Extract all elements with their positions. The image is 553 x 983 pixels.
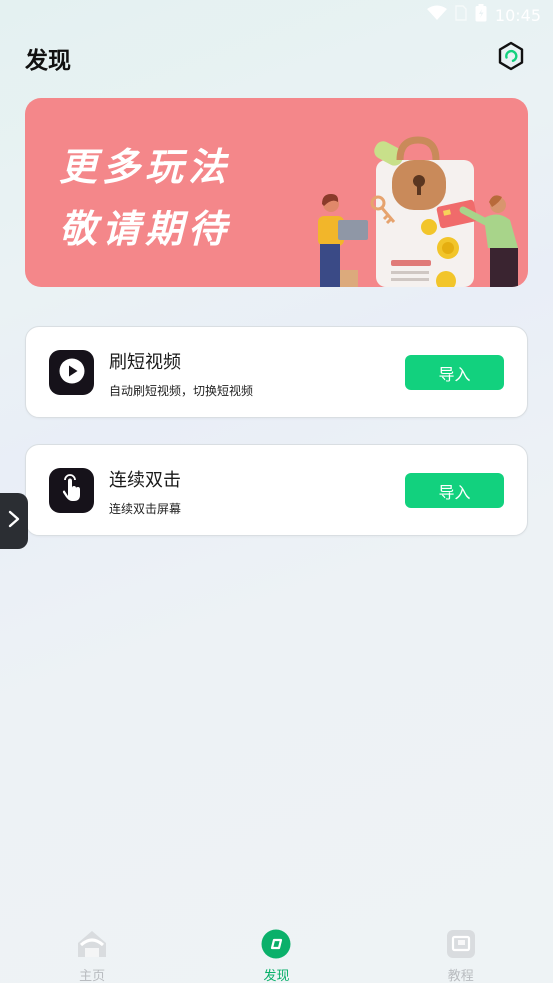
page-title: 发现 [25, 48, 71, 74]
banner-line-2: 敬请期待 [59, 207, 232, 251]
discover-icon [261, 929, 291, 963]
app-icon-double-tap [49, 468, 94, 513]
feature-card-double-tap: 连续双击 连续双击屏幕 导入 [25, 444, 528, 536]
banner-illustration [318, 136, 518, 287]
nav-item-home[interactable]: 主页 [32, 929, 152, 983]
feature-card-short-video: 刷短视频 自动刷短视频，切换短视频 导入 [25, 326, 528, 418]
feature-description: 自动刷短视频，切换短视频 [109, 384, 254, 398]
import-button[interactable]: 导入 [405, 473, 504, 508]
wifi-icon [426, 5, 447, 25]
nav-label: 主页 [79, 969, 106, 983]
home-icon [76, 929, 108, 963]
floating-side-handle[interactable] [0, 493, 28, 549]
chevron-right-icon [7, 510, 21, 532]
banner-line-1: 更多玩法 [59, 145, 232, 189]
sim-icon [455, 5, 467, 25]
app-icon-short-video [49, 350, 94, 395]
bottom-nav: 主页 发现 教程 [0, 923, 553, 983]
feature-title: 连续双击 [109, 470, 181, 491]
tap-hand-icon [58, 473, 86, 508]
header: 发现 [25, 38, 528, 78]
settings-button[interactable] [494, 41, 528, 75]
status-time: 10:45 [494, 5, 541, 25]
feature-description: 连续双击屏幕 [109, 502, 182, 516]
import-button[interactable]: 导入 [405, 355, 504, 390]
nav-item-tutorial[interactable]: 教程 [401, 929, 521, 983]
nav-label: 发现 [263, 969, 290, 983]
promo-banner[interactable]: 更多玩法 敬请期待 [25, 98, 528, 287]
nav-item-discover[interactable]: 发现 [216, 929, 336, 983]
feature-title: 刷短视频 [109, 352, 181, 373]
play-icon [58, 357, 86, 389]
battery-icon [475, 4, 487, 26]
tutorial-icon [446, 929, 476, 963]
banner-text: 更多玩法 敬请期待 [59, 136, 231, 260]
status-bar: 10:45 [0, 0, 553, 30]
nav-label: 教程 [447, 969, 474, 983]
hexagon-settings-icon [496, 41, 526, 75]
